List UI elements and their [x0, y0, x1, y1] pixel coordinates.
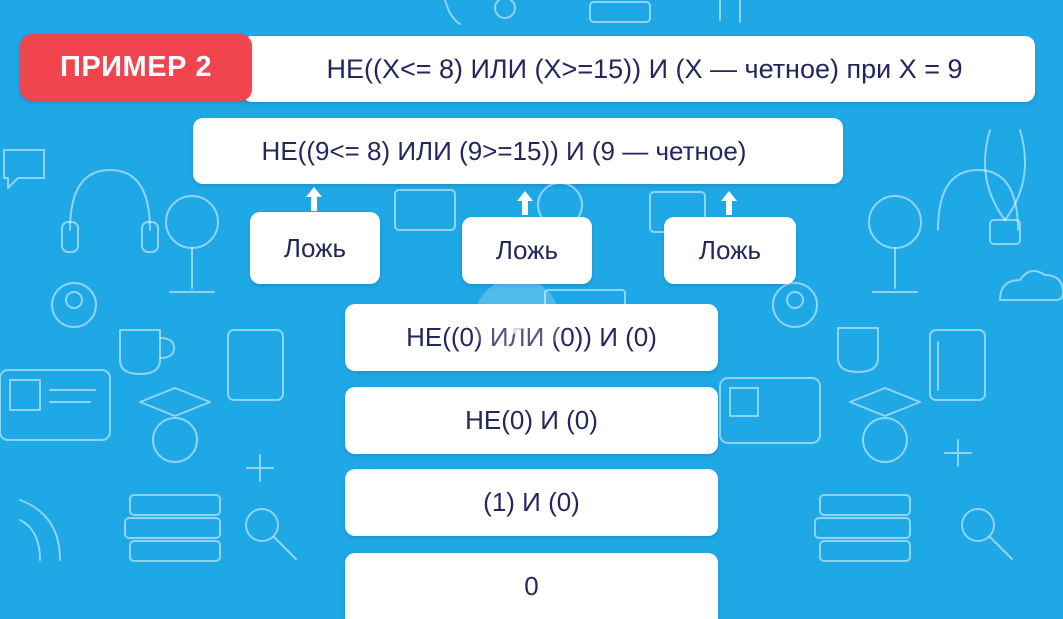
arrow-up-icon: [306, 187, 322, 211]
arrow-up-icon: [721, 191, 737, 215]
result-label: Ложь: [495, 235, 559, 265]
result-label: Ложь: [698, 235, 762, 265]
play-icon[interactable]: [474, 278, 560, 364]
substituted-expression-box: НЕ((9<= 8) ИЛИ (9>=15)) И (9 — четное): [193, 118, 843, 184]
step-box-3: (1) И (0): [345, 469, 718, 536]
step-box-2: НЕ(0) И (0): [345, 387, 718, 454]
example-badge-label: ПРИМЕР 2: [59, 51, 213, 83]
result-label: Ложь: [283, 232, 347, 263]
result-box-2: Ложь: [462, 217, 592, 284]
step-text: 0: [524, 570, 539, 601]
example-badge: ПРИМЕР 2: [20, 34, 252, 101]
step-text: (1) И (0): [483, 487, 580, 517]
step-box-4: 0: [345, 553, 718, 619]
condition-text: НЕ((X<= 8) ИЛИ (X>=15)) И (X — четное) п…: [326, 53, 963, 84]
step-text: НЕ(0) И (0): [465, 405, 598, 435]
result-box-1: Ложь: [250, 212, 380, 284]
result-box-3: Ложь: [664, 217, 796, 284]
substituted-expression-text: НЕ((9<= 8) ИЛИ (9>=15)) И (9 — четное): [261, 135, 747, 166]
arrow-up-icon: [517, 191, 533, 215]
condition-box: НЕ((X<= 8) ИЛИ (X>=15)) И (X — четное) п…: [242, 36, 1035, 102]
